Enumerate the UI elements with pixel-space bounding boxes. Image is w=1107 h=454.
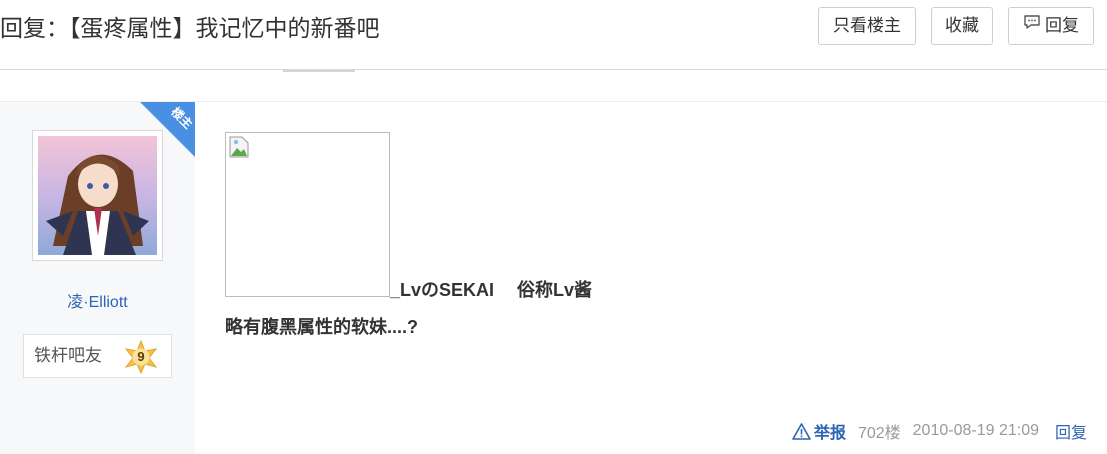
author-name[interactable]: 凌·Elliott [0, 292, 195, 314]
broken-image-icon [229, 136, 249, 158]
level-title: 铁杆吧友 [34, 346, 102, 365]
scroll-indicator [283, 70, 355, 72]
report-link[interactable]: 举报 [792, 419, 846, 443]
post-content-line: 略有腹黑属性的软妹....? [225, 317, 418, 337]
post-footer: 举报 702楼 2010-08-19 21:09 回复 [792, 419, 1087, 443]
post-image-placeholder [225, 132, 390, 297]
post-content-line: _LvのSEKAI 俗称Lv酱 [390, 280, 593, 300]
report-label: 举报 [813, 425, 846, 442]
level-number: 9 [137, 349, 145, 364]
see-op-only-button[interactable]: 只看楼主 [818, 7, 916, 45]
reply-button[interactable]: 回复 [1008, 7, 1094, 45]
reply-button-label: 回复 [1045, 16, 1079, 35]
thread-header: 回复：【蛋疼属性】我记忆中的新番吧 只看楼主 收藏 回复 [0, 0, 1107, 70]
favorite-button[interactable]: 收藏 [931, 7, 993, 45]
floor-number: 702楼 [857, 425, 901, 442]
thread-title: 回复：【蛋疼属性】我记忆中的新番吧 [0, 15, 380, 41]
author-level-badge[interactable]: 铁杆吧友 9 [23, 334, 172, 378]
post-time: 2010-08-19 21:09 [912, 422, 1039, 439]
avatar[interactable] [32, 130, 163, 261]
comment-icon [1023, 7, 1041, 43]
reply-link[interactable]: 回复 [1055, 419, 1087, 443]
warning-icon [792, 422, 811, 440]
